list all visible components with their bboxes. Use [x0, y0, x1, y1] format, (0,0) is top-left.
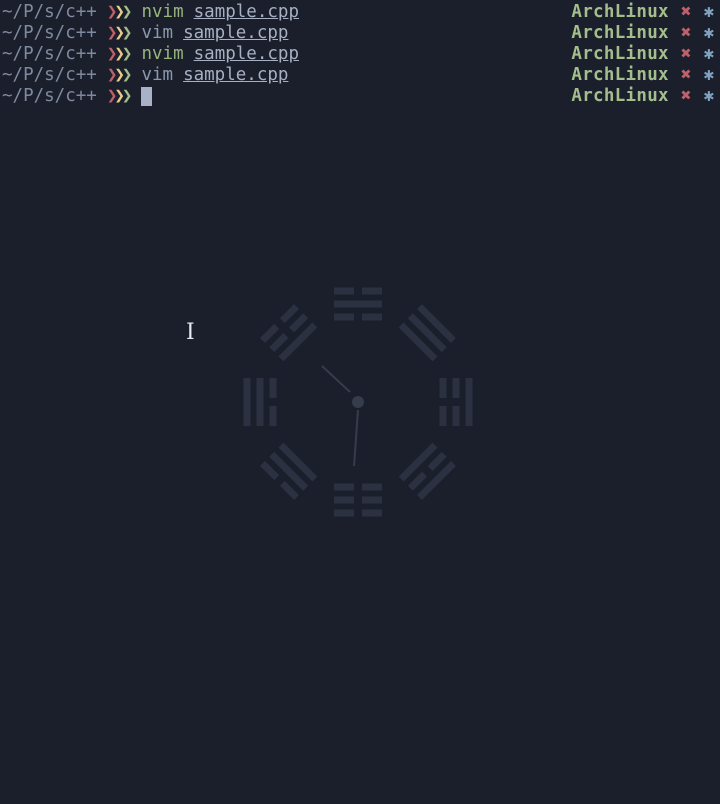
text-cursor-block[interactable]: [141, 87, 153, 106]
prompt-path: ~/P/s/c++: [2, 65, 97, 85]
hostname: ArchLinux: [571, 44, 669, 64]
prompt-chevrons-icon: ❯❯❯: [106, 23, 132, 43]
job-marker-icon: ✱: [703, 86, 714, 106]
command-argument[interactable]: sample.cpp: [194, 2, 299, 23]
error-status-icon: ✖: [680, 44, 692, 64]
prompt-chevrons-icon: ❯❯❯: [106, 44, 132, 64]
hostname: ArchLinux: [571, 23, 669, 43]
error-status-icon: ✖: [680, 2, 692, 22]
job-marker-icon: ✱: [703, 65, 714, 85]
history-line: ~/P/s/c++ ❯❯❯ vim sample.cpp ArchLinux ✖…: [2, 65, 714, 86]
prompt-path: ~/P/s/c++: [2, 44, 97, 64]
prompt-chevrons-icon: ❯❯❯: [106, 86, 132, 106]
command-name: nvim: [141, 2, 184, 22]
command-name: vim: [141, 65, 174, 85]
history-line: ~/P/s/c++ ❯❯❯ nvim sample.cpp ArchLinux …: [2, 2, 714, 23]
command-argument[interactable]: sample.cpp: [194, 44, 299, 65]
job-marker-icon: ✱: [703, 44, 714, 64]
hostname: ArchLinux: [571, 2, 669, 22]
command-argument[interactable]: sample.cpp: [183, 23, 288, 44]
job-marker-icon: ✱: [703, 23, 714, 43]
prompt-path: ~/P/s/c++: [2, 2, 97, 22]
prompt-path: ~/P/s/c++: [2, 86, 97, 106]
prompt-chevrons-icon: ❯❯❯: [106, 65, 132, 85]
terminal-window[interactable]: ~/P/s/c++ ❯❯❯ nvim sample.cpp ArchLinux …: [0, 0, 720, 804]
text-cursor-ibeam-icon: I: [186, 320, 195, 345]
history-line: ~/P/s/c++ ❯❯❯ nvim sample.cpp ArchLinux …: [2, 44, 714, 65]
hostname: ArchLinux: [571, 65, 669, 85]
command-name: vim: [141, 23, 174, 43]
job-marker-icon: ✱: [703, 2, 714, 22]
hostname: ArchLinux: [571, 86, 669, 106]
error-status-icon: ✖: [680, 23, 692, 43]
prompt-chevrons-icon: ❯❯❯: [106, 2, 132, 22]
error-status-icon: ✖: [680, 86, 692, 106]
error-status-icon: ✖: [680, 65, 692, 85]
prompt-path: ~/P/s/c++: [2, 23, 97, 43]
history-line: ~/P/s/c++ ❯❯❯ vim sample.cpp ArchLinux ✖…: [2, 23, 714, 44]
command-argument[interactable]: sample.cpp: [183, 65, 288, 86]
command-name: nvim: [141, 44, 184, 64]
active-prompt-line[interactable]: ~/P/s/c++ ❯❯❯ ArchLinux ✖ ✱: [2, 86, 714, 107]
